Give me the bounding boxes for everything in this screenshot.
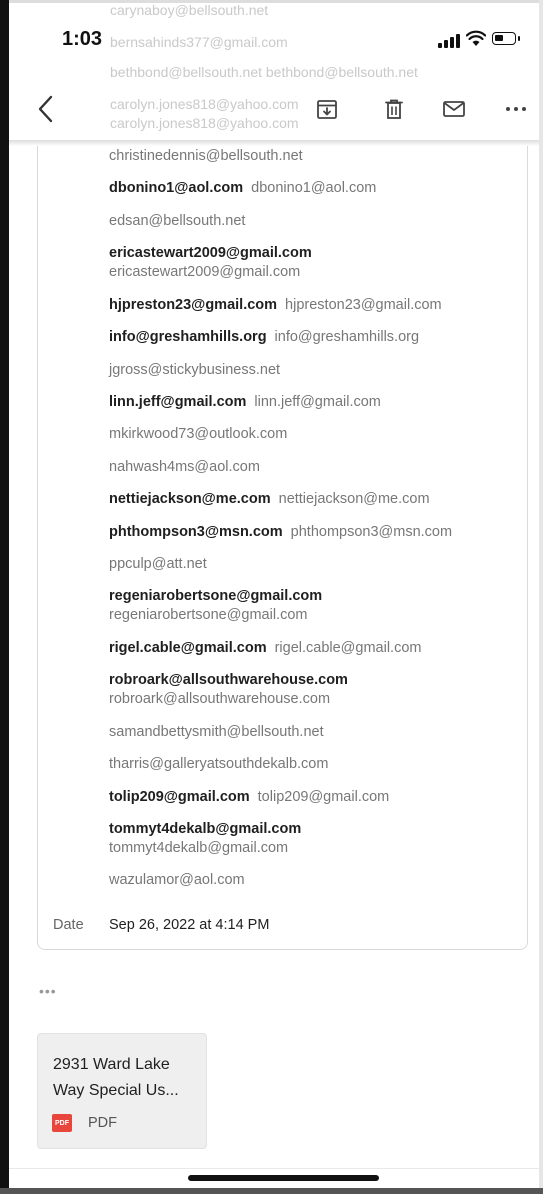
- recipient-row[interactable]: phthompson3@msn.com phthompson3@msn.com: [109, 523, 452, 542]
- home-indicator[interactable]: [188, 1175, 379, 1181]
- recipient-row[interactable]: ppculp@att.net: [109, 555, 207, 574]
- device-frame-left: [0, 0, 9, 1194]
- recipient-address: nahwash4ms@aol.com: [109, 458, 260, 475]
- status-bar: 1:03: [0, 20, 543, 60]
- recipient-row[interactable]: edsan@bellsouth.net: [109, 212, 245, 231]
- recipient-row[interactable]: christinedennis@bellsouth.net: [109, 147, 303, 166]
- recipient-address: robroark@allsouthwarehouse.com: [109, 691, 331, 708]
- recipient-row[interactable]: nahwash4ms@aol.com: [109, 458, 260, 477]
- delete-button[interactable]: [379, 94, 409, 124]
- recipient-address: jgross@stickybusiness.net: [109, 361, 281, 378]
- recipient-address: nettiejackson@me.com: [278, 491, 430, 508]
- chevron-left-icon: [38, 95, 53, 123]
- recipient-name: hjpreston23@gmail.com: [109, 296, 278, 313]
- email-toolbar: [9, 78, 539, 140]
- date-value: Sep 26, 2022 at 4:14 PM: [109, 917, 270, 933]
- recipient-name: tommyt4dekalb@gmail.com: [109, 820, 302, 837]
- ghost-recipient-line: carynaboy@bellsouth.net: [110, 2, 269, 18]
- wifi-icon: [466, 30, 486, 46]
- recipient-name: phthompson3@msn.com: [109, 523, 283, 540]
- recipient-name: tolip209@gmail.com: [109, 788, 250, 805]
- recipient-name: regeniarobertsone@gmail.com: [109, 588, 323, 605]
- recipient-address: edsan@bellsouth.net: [109, 212, 246, 229]
- recipient-row[interactable]: mkirkwood73@outlook.com: [109, 425, 287, 444]
- recipient-name: ericastewart2009@gmail.com: [109, 245, 312, 262]
- recipient-address: tolip209@gmail.com: [257, 788, 390, 805]
- recipient-row[interactable]: hjpreston23@gmail.com hjpreston23@gmail.c…: [109, 296, 442, 315]
- recipient-address: mkirkwood73@outlook.com: [109, 426, 288, 443]
- frame-top: [0, 0, 543, 3]
- recipient-name: info@greshamhills.org: [109, 329, 267, 346]
- recipient-address: linn.jeff@gmail.com: [254, 393, 381, 410]
- recipient-address: rigel.cable@gmail.com: [274, 639, 422, 656]
- cellular-signal-icon: [438, 34, 460, 48]
- recipient-row[interactable]: rigel.cable@gmail.com rigel.cable@gmail.c…: [109, 639, 421, 658]
- mark-unread-button[interactable]: [439, 94, 469, 124]
- recipient-name: linn.jeff@gmail.com: [109, 393, 247, 410]
- recipient-row[interactable]: tharris@galleryatsouthdekalb.com: [109, 755, 328, 774]
- recipient-row[interactable]: samandbettysmith@bellsouth.net: [109, 723, 324, 742]
- bottom-divider: [9, 1168, 539, 1169]
- attachment-type-label: PDF: [88, 1115, 117, 1131]
- recipient-row[interactable]: tommyt4dekalb@gmail.com tommyt4dekalb@gma…: [109, 820, 301, 858]
- recipient-address: ppculp@att.net: [109, 555, 207, 572]
- recipient-name: robroark@allsouthwarehouse.com: [109, 672, 348, 689]
- archive-icon: [317, 100, 337, 119]
- recipient-row[interactable]: robroark@allsouthwarehouse.com robroark@a…: [109, 671, 348, 709]
- status-time: 1:03: [62, 28, 103, 50]
- battery-icon: [492, 32, 520, 45]
- recipient-row[interactable]: linn.jeff@gmail.com linn.jeff@gmail.com: [109, 393, 381, 412]
- recipient-address: dbonino1@aol.com: [251, 180, 377, 197]
- attachment-title: 2931 Ward Lake Way Special Us...: [53, 1056, 179, 1099]
- recipient-row[interactable]: tolip209@gmail.com tolip209@gmail.com: [109, 788, 389, 807]
- date-label: Date: [53, 917, 84, 933]
- recipient-row[interactable]: regeniarobertsone@gmail.com regeniarobert…: [109, 587, 322, 625]
- recipient-row[interactable]: jgross@stickybusiness.net: [109, 361, 280, 380]
- recipient-name: rigel.cable@gmail.com: [109, 639, 267, 656]
- recipient-row[interactable]: nettiejackson@me.com nettiejackson@me.com: [109, 490, 430, 509]
- recipient-address: hjpreston23@gmail.com: [285, 296, 442, 313]
- archive-button[interactable]: [312, 94, 342, 124]
- recipient-address: christinedennis@bellsouth.net: [109, 148, 303, 164]
- recipient-address: phthompson3@msn.com: [290, 523, 453, 540]
- show-trimmed-content-button[interactable]: •••: [39, 983, 57, 999]
- more-horizontal-icon: [506, 107, 526, 111]
- recipient-address: info@greshamhills.org: [274, 329, 420, 346]
- mail-icon: [443, 101, 465, 117]
- attachment-card[interactable]: 2931 Ward Lake Way Special Us... PDF PDF: [37, 1033, 207, 1149]
- trash-icon: [385, 99, 403, 119]
- recipient-row[interactable]: info@greshamhills.org info@greshamhills.o…: [109, 328, 419, 347]
- pdf-file-icon: PDF: [52, 1114, 72, 1132]
- recipient-address: wazulamor@aol.com: [109, 872, 245, 889]
- recipient-name: dbonino1@aol.com: [109, 180, 244, 197]
- recipient-address: ericastewart2009@gmail.com: [109, 264, 301, 281]
- recipient-address: tommyt4dekalb@gmail.com: [109, 839, 289, 856]
- recipient-row[interactable]: dbonino1@aol.com dbonino1@aol.com: [109, 179, 376, 198]
- recipient-address: regeniarobertsone@gmail.com: [109, 607, 308, 624]
- device-frame-bottom: [0, 1188, 543, 1194]
- recipient-address: samandbettysmith@bellsouth.net: [109, 723, 324, 740]
- back-button[interactable]: [31, 92, 61, 126]
- recipient-name: nettiejackson@me.com: [109, 491, 271, 508]
- device-frame-right: [539, 0, 543, 1194]
- recipient-row[interactable]: ericastewart2009@gmail.com ericastewart20…: [109, 244, 312, 282]
- more-options-button[interactable]: [501, 94, 531, 124]
- recipient-address: tharris@galleryatsouthdekalb.com: [109, 756, 329, 773]
- recipient-row[interactable]: wazulamor@aol.com: [109, 871, 245, 890]
